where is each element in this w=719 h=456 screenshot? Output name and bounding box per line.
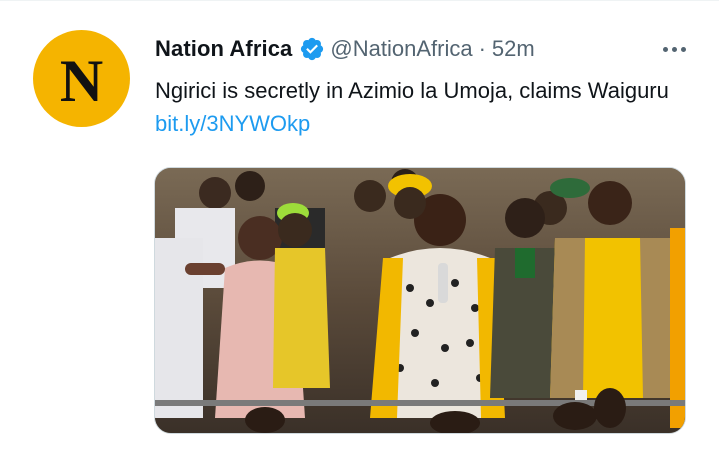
author-handle[interactable]: @NationAfrica [330, 36, 472, 62]
tweet-header: Nation Africa @NationAfrica · 52m [155, 34, 689, 64]
tweet-timestamp[interactable]: 52m [492, 36, 535, 62]
separator-dot: · [478, 36, 486, 61]
tweet-media-photo[interactable] [154, 167, 686, 434]
avatar[interactable]: N [33, 30, 130, 127]
more-dot [671, 46, 677, 52]
verified-badge-icon [299, 36, 325, 62]
tweet-link[interactable]: bit.ly/3NYWOkp [155, 111, 310, 136]
more-dot [662, 46, 668, 52]
author-display-name[interactable]: Nation Africa [155, 36, 292, 62]
avatar-logo-letter: N [59, 47, 104, 114]
photo-illustration [155, 168, 685, 433]
more-dot [680, 46, 686, 52]
tweet-card[interactable]: N Nation Africa @NationAfrica · 52m Ngir… [0, 0, 719, 456]
tweet-text: Ngirici is secretly in Azimio la Umoja, … [155, 74, 685, 140]
tweet-body: Ngirici is secretly in Azimio la Umoja, … [155, 78, 669, 103]
more-options-icon[interactable] [659, 37, 689, 61]
